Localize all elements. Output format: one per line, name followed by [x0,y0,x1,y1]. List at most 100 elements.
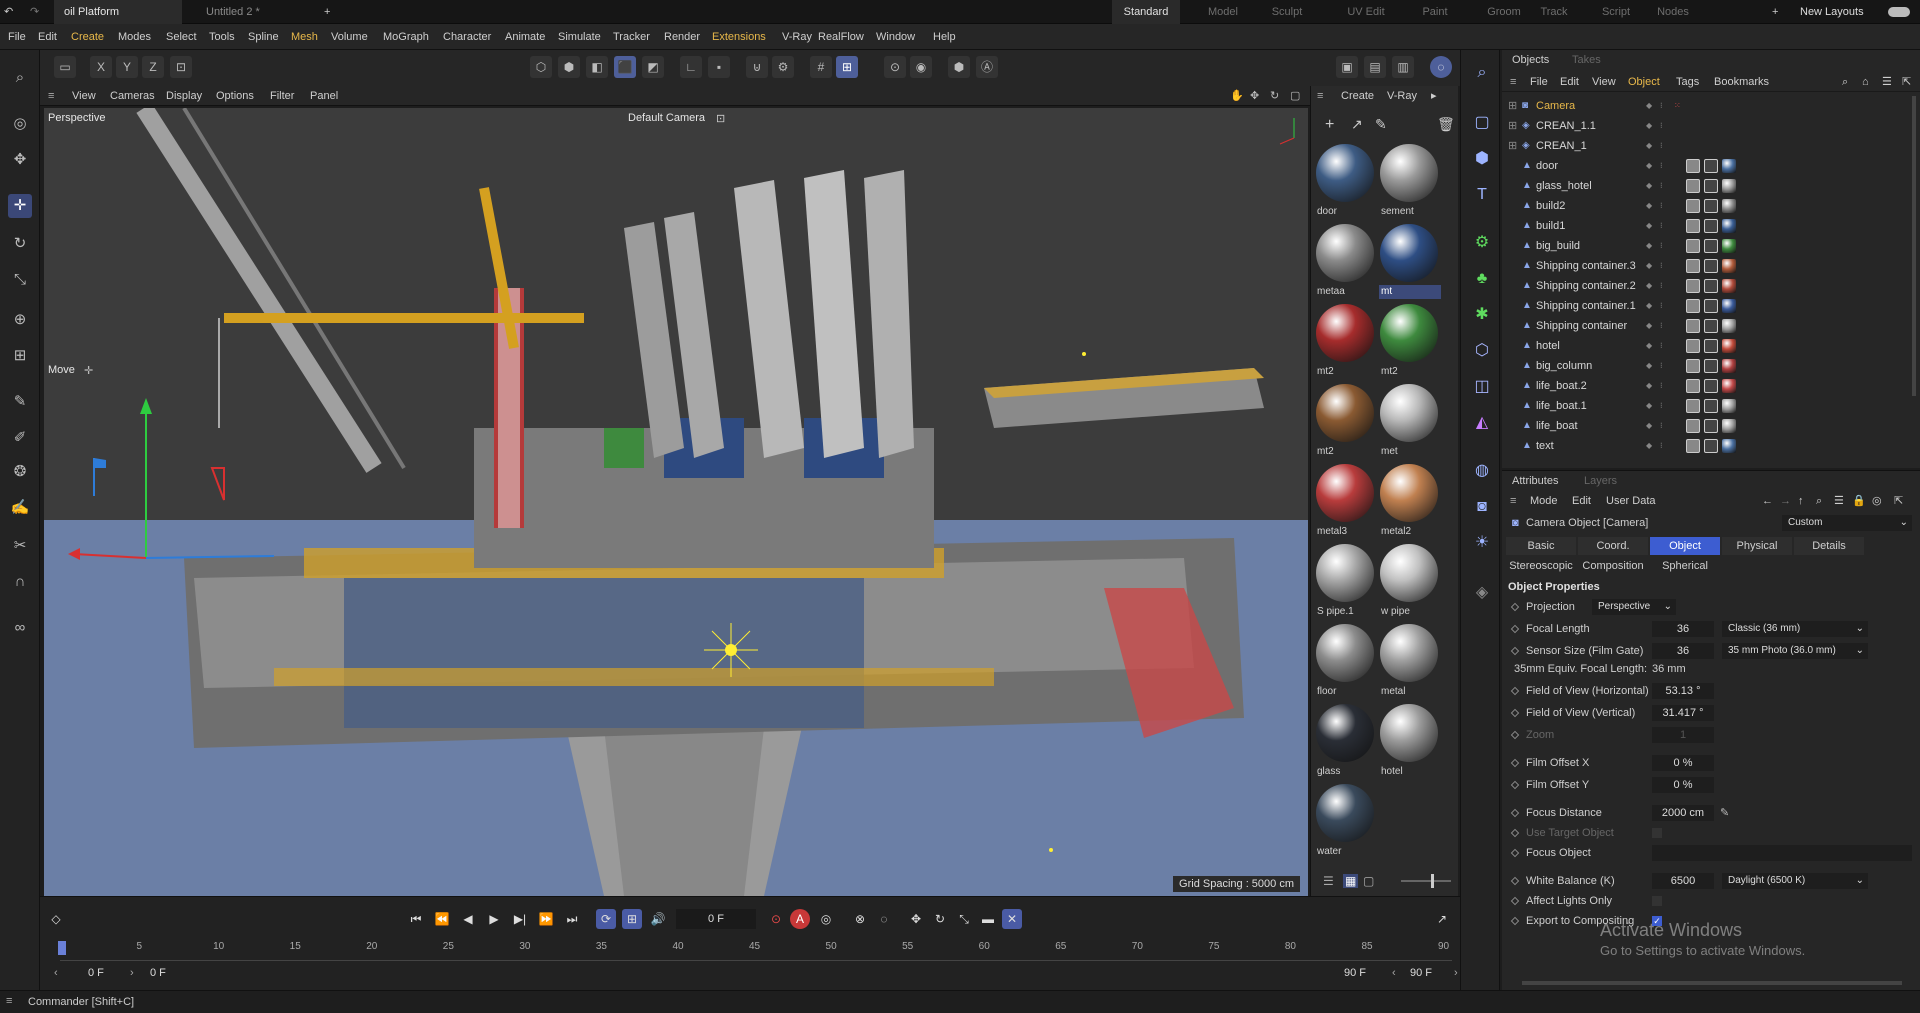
new-tab-icon[interactable]: + [314,0,338,24]
object-menu-tags[interactable]: Tags [1676,72,1699,92]
object-menu-object[interactable]: Object [1628,72,1660,92]
soft-selection-icon[interactable]: ◉ [910,56,932,78]
edges-mode-icon[interactable]: ⬢ [558,56,580,78]
tab-takes[interactable]: Takes [1572,50,1601,70]
polygons-mode-icon[interactable]: ◧ [586,56,608,78]
grid-view-icon[interactable]: ▦ [1343,874,1359,888]
grid-icon[interactable]: # [810,56,832,78]
tab-layers[interactable]: Layers [1584,471,1617,491]
expand-icon[interactable]: ⊞ [1508,136,1517,156]
lock-icon[interactable]: ⬢ [948,56,970,78]
motion-record-icon[interactable]: ⊗ [850,909,870,929]
keyframe-diamond-icon[interactable] [1510,758,1520,768]
menu-render[interactable]: Render [664,24,700,50]
visibility-dots-icon[interactable]: ⁝ [1660,182,1668,190]
add-layout-icon[interactable]: + [1762,0,1786,24]
volume-icon[interactable]: ◭ [1469,410,1495,436]
attr-menu-mode[interactable]: Mode [1530,491,1558,511]
3d-viewport[interactable]: Perspective Default Camera ⊡ Move ✛ Grid… [44,108,1308,896]
object-menu-view[interactable]: View [1592,72,1616,92]
material-tag-icon[interactable] [1722,179,1736,193]
record-param-icon[interactable]: ▬ [978,909,998,929]
tab-objects[interactable]: Objects [1512,50,1549,70]
attr-value-field[interactable]: 36 [1652,621,1714,637]
menu-v-ray[interactable]: V-Ray [782,24,812,50]
autokey-icon[interactable]: A [790,909,810,929]
go-to-end-icon[interactable]: ⏭ [562,909,582,929]
expand-icon[interactable]: ⊞ [1508,116,1517,136]
attr-dropdown[interactable]: Perspective ⌄ [1592,599,1676,615]
search-icon[interactable]: ⌕ [1816,491,1822,511]
material-tag-icon[interactable] [1722,219,1736,233]
object-row[interactable]: ▲ door ◆ ⁝ [1502,156,1920,176]
visibility-dots-icon[interactable]: ⁝ [1660,402,1668,410]
attr-subtab-details[interactable]: Details [1794,537,1864,555]
pan-icon[interactable]: ✋ [1230,86,1244,106]
attr-value-field[interactable]: 1 [1652,727,1714,743]
attr-checkbox[interactable] [1652,828,1662,838]
pick-material-icon[interactable]: ✎ [1375,116,1387,133]
tab-attributes[interactable]: Attributes [1512,471,1558,491]
layout-tab[interactable]: Nodes [1648,0,1698,24]
range-end-arrow-icon[interactable]: › [1454,967,1458,979]
back-arrow-icon[interactable]: ← [1762,491,1773,511]
current-frame-field[interactable]: 0 F [676,909,756,929]
layer-icon[interactable]: ◆ [1646,342,1654,350]
menu-tracker[interactable]: Tracker [613,24,650,50]
uvw-tag-icon[interactable] [1704,339,1718,353]
object-row[interactable]: ▲ build1 ◆ ⁝ [1502,216,1920,236]
range-start-arrow-icon[interactable]: ‹ [54,967,58,979]
menu-mesh[interactable]: Mesh [291,24,318,50]
material-menu-more-icon[interactable]: ▸ [1431,86,1437,106]
phong-tag-icon[interactable] [1686,259,1700,273]
uvw-tag-icon[interactable] [1704,319,1718,333]
object-row[interactable]: ▲ life_boat.2 ◆ ⁝ [1502,376,1920,396]
next-frame-icon[interactable]: ▶| [510,909,530,929]
layout-tab[interactable]: Track [1528,0,1580,24]
material-tag-icon[interactable] [1722,399,1736,413]
viewport-menu-icon[interactable]: ≡ [48,86,54,106]
filter-icon[interactable]: ☰ [1882,72,1892,92]
record-position-icon[interactable]: ✥ [906,909,926,929]
quantize-icon[interactable]: ⊞ [836,56,858,78]
attribute-menu-icon[interactable]: ≡ [1510,491,1516,511]
object-menu-bookmarks[interactable]: Bookmarks [1714,72,1769,92]
generator-icon[interactable]: ♣ [1469,266,1495,292]
phong-tag-icon[interactable] [1686,379,1700,393]
range-start-value[interactable]: 0 F [88,967,104,979]
material-tag-icon[interactable] [1722,439,1736,453]
filter-icon[interactable]: ☰ [1834,491,1844,511]
phong-tag-icon[interactable] [1686,239,1700,253]
visibility-dots-icon[interactable]: ⁝ [1660,102,1668,110]
maximize-view-icon[interactable]: ▢ [1290,86,1300,106]
layer-icon[interactable]: ◆ [1646,242,1654,250]
cube-icon[interactable]: ⬢ [1469,146,1495,172]
preset-dropdown[interactable]: Custom ⌄ [1782,515,1912,531]
large-view-icon[interactable]: ▢ [1363,874,1374,888]
thumbnail-size-handle[interactable] [1431,874,1434,888]
tweak-icon[interactable]: Ⓐ [976,56,998,78]
material-swatch[interactable]: met [1377,382,1441,460]
attr-menu-edit[interactable]: Edit [1572,491,1591,511]
material-swatch[interactable]: floor [1313,622,1377,700]
viewport-mode-label[interactable]: Perspective [48,112,105,124]
menu-tools[interactable]: Tools [209,24,235,50]
timeline-mode-icon[interactable]: ⊞ [622,909,642,929]
new-window-icon[interactable]: ⇱ [1902,72,1911,92]
scheme-icon[interactable]: ◌ [874,909,894,929]
layer-icon[interactable]: ◆ [1646,362,1654,370]
material-tag-icon[interactable] [1722,419,1736,433]
attr-menu-user-data[interactable]: User Data [1606,491,1656,511]
layer-icon[interactable]: ◆ [1646,262,1654,270]
view-menu-display[interactable]: Display [166,86,202,106]
menu-edit[interactable]: Edit [38,24,57,50]
visibility-dots-icon[interactable]: ⁝ [1660,382,1668,390]
uvw-tag-icon[interactable] [1704,239,1718,253]
coordinate-system-icon[interactable]: ⊡ [170,56,192,78]
material-swatch[interactable]: metal3 [1313,462,1377,540]
add-material-icon[interactable]: + [1325,116,1334,134]
material-swatch[interactable]: mt2 [1313,302,1377,380]
visibility-dots-icon[interactable]: ⁝ [1660,302,1668,310]
uvw-tag-icon[interactable] [1704,219,1718,233]
menu-select[interactable]: Select [166,24,197,50]
